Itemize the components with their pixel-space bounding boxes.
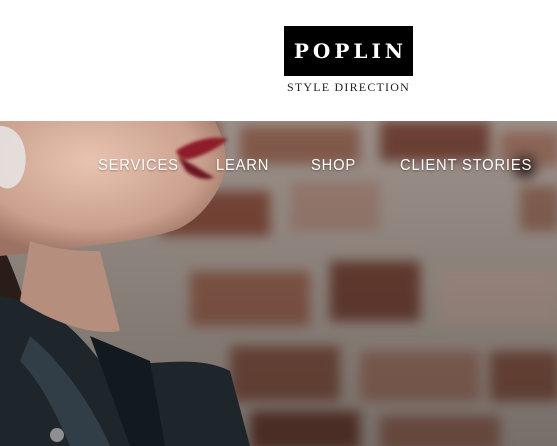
- logo-text: POPLIN: [293, 39, 408, 63]
- nav-item-client-stories[interactable]: CLIENT STORIES: [400, 157, 532, 175]
- tagline: STYLE DIRECTION: [287, 80, 410, 94]
- hero-banner: SERVICES LEARN SHOP CLIENT STORIES: [0, 121, 557, 446]
- site-header: POPLIN STYLE DIRECTION: [0, 0, 557, 121]
- nav-item-learn[interactable]: LEARN: [216, 157, 269, 175]
- nav-item-shop[interactable]: SHOP: [311, 157, 356, 175]
- nav-item-services[interactable]: SERVICES: [98, 157, 179, 175]
- logo[interactable]: POPLIN: [284, 26, 413, 76]
